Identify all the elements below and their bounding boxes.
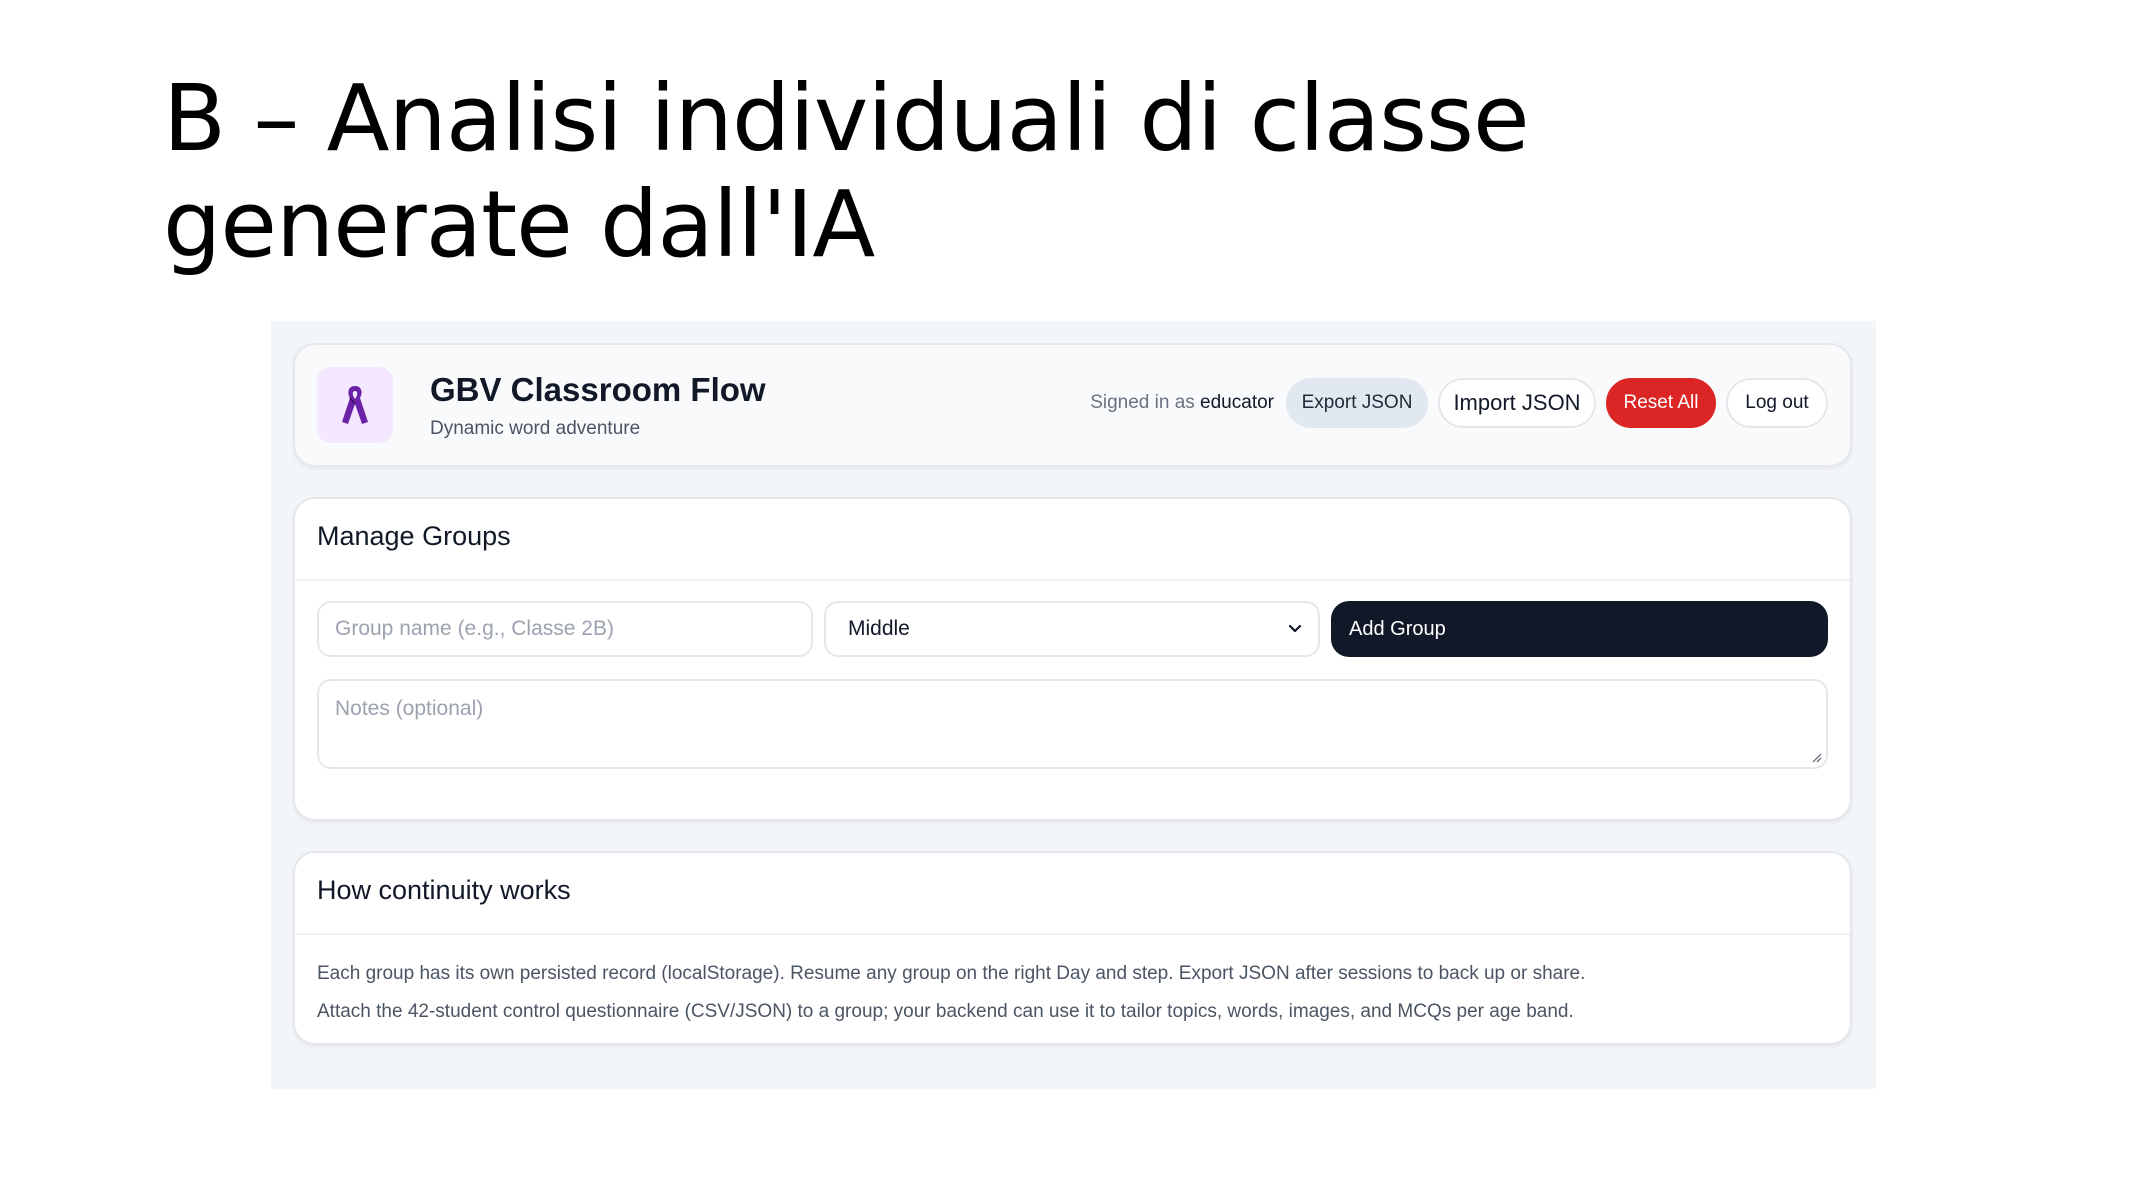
notes-textarea[interactable]: Notes (optional) [317, 679, 1828, 769]
continuity-card: How continuity works Each group has its … [293, 851, 1852, 1045]
chevron-down-icon [1288, 624, 1302, 633]
app-logo [317, 367, 393, 443]
app-tagline: Dynamic word adventure [430, 418, 641, 439]
group-name-placeholder: Group name (e.g., Classe 2B) [335, 617, 614, 640]
signed-in-prefix: Signed in as [1090, 392, 1195, 413]
slide-title: B – Analisi individuali di classe genera… [163, 65, 1530, 278]
continuity-line: Attach the 42-student control questionna… [317, 1001, 1574, 1022]
logout-button[interactable]: Log out [1726, 378, 1828, 428]
group-name-input[interactable]: Group name (e.g., Classe 2B) [317, 601, 813, 657]
divider [295, 933, 1850, 935]
add-group-button[interactable]: Add Group [1331, 601, 1828, 657]
manage-groups-title: Manage Groups [317, 521, 511, 551]
app-header: GBV Classroom Flow Dynamic word adventur… [293, 343, 1852, 467]
continuity-description: Each group has its own persisted record … [317, 955, 1827, 1031]
notes-placeholder: Notes (optional) [335, 697, 484, 720]
signed-in-status: Signed in as educator [1090, 392, 1274, 414]
reset-all-button[interactable]: Reset All [1606, 378, 1716, 428]
resize-grip-icon[interactable] [1810, 751, 1822, 763]
level-selected-value: Middle [848, 617, 910, 640]
header-actions: Signed in as educator Export JSON Import… [1090, 378, 1828, 428]
export-json-button[interactable]: Export JSON [1286, 378, 1428, 428]
signed-in-user: educator [1200, 392, 1274, 413]
app-screenshot: GBV Classroom Flow Dynamic word adventur… [271, 321, 1876, 1089]
divider [295, 579, 1850, 581]
ribbon-icon [342, 386, 368, 424]
level-select[interactable]: Middle [824, 601, 1320, 657]
continuity-title: How continuity works [317, 875, 571, 905]
import-json-button[interactable]: Import JSON [1438, 378, 1596, 428]
slide: B – Analisi individuali di classe genera… [0, 0, 2134, 1200]
app-name: GBV Classroom Flow [430, 371, 766, 408]
manage-groups-card: Manage Groups Group name (e.g., Classe 2… [293, 497, 1852, 821]
continuity-line: Each group has its own persisted record … [317, 963, 1586, 984]
